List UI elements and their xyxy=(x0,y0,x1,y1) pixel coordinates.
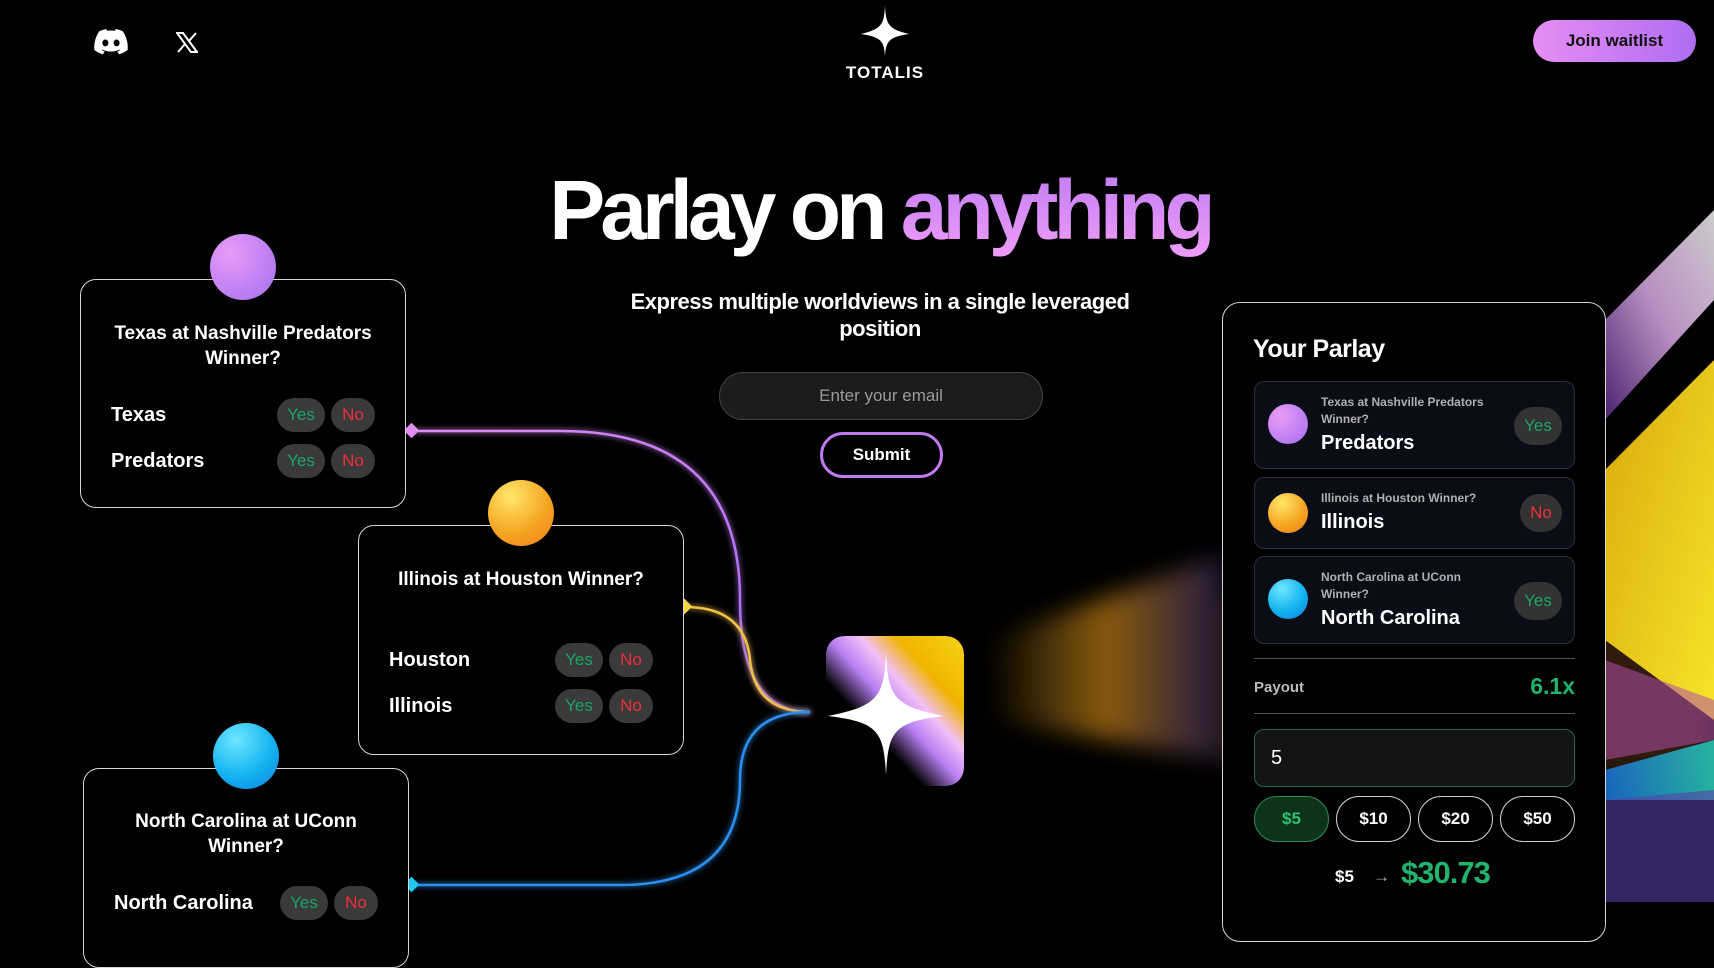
no-button[interactable]: No xyxy=(609,689,653,723)
market-card-illinois-houston: Illinois at Houston Winner? Houston Yes … xyxy=(358,525,684,755)
leg-orb-purple xyxy=(1268,404,1308,444)
no-button[interactable]: No xyxy=(334,886,378,920)
outcome-row-illinois: Illinois Yes No xyxy=(389,689,653,723)
outcome-row-texas: Texas Yes No xyxy=(111,398,375,432)
payout-label: Payout xyxy=(1254,679,1305,696)
discord-button[interactable] xyxy=(91,22,131,62)
payout-multiplier: 6.1x xyxy=(1530,673,1575,699)
outcome-label: Houston xyxy=(389,648,471,671)
arrow-right-icon: → xyxy=(1373,867,1390,886)
yes-button[interactable]: Yes xyxy=(277,444,325,478)
leg-pick: Illinois xyxy=(1321,511,1385,533)
bet-amount-input[interactable] xyxy=(1254,729,1575,787)
yes-button[interactable]: Yes xyxy=(555,643,603,677)
hero-subtitle: Express multiple worldviews in a single … xyxy=(630,289,1130,341)
join-waitlist-button[interactable]: Join waitlist xyxy=(1533,20,1696,62)
divider xyxy=(1254,713,1575,714)
market-question: Texas at Nashville Predators Winner? xyxy=(114,323,372,369)
x-button[interactable] xyxy=(167,22,207,62)
yes-button[interactable]: Yes xyxy=(555,689,603,723)
leg-side-badge: Yes xyxy=(1514,582,1562,620)
outcome-row-predators: Predators Yes No xyxy=(111,444,375,478)
leg-pick: North Carolina xyxy=(1321,607,1460,629)
no-button[interactable]: No xyxy=(331,444,375,478)
chip-5[interactable]: $5 xyxy=(1254,796,1329,842)
sparkle-logo-icon xyxy=(861,6,909,56)
brand-name: TOTALIS xyxy=(845,63,925,82)
stake-amount: $5 xyxy=(1335,867,1354,886)
hero-title-accent: anything xyxy=(900,163,1216,257)
parlay-leg[interactable]: North Carolina at UConn Winner? North Ca… xyxy=(1254,556,1575,644)
outcome-row-houston: Houston Yes No xyxy=(389,643,653,677)
payout-result: $30.73 xyxy=(1401,855,1491,890)
submit-button[interactable]: Submit xyxy=(820,432,943,478)
your-parlay-panel: Your Parlay Texas at Nashville Predators… xyxy=(1222,302,1606,942)
chip-50[interactable]: $50 xyxy=(1500,796,1575,842)
market-question: Illinois at Houston Winner? xyxy=(398,569,644,590)
leg-side-badge: No xyxy=(1520,494,1562,532)
outcome-label: Texas xyxy=(111,403,167,426)
divider xyxy=(1254,658,1575,659)
chip-20[interactable]: $20 xyxy=(1418,796,1493,842)
leg-orb-blue xyxy=(1268,579,1308,619)
sparkle-icon xyxy=(826,636,964,786)
leg-pick: Predators xyxy=(1321,432,1415,454)
market-orb-orange xyxy=(488,480,554,546)
leg-question: Texas at Nashville Predators Winner? xyxy=(1321,395,1484,426)
leg-question: Illinois at Houston Winner? xyxy=(1321,491,1477,505)
outcome-row-north-carolina: North Carolina Yes No xyxy=(114,886,378,920)
outcome-label: North Carolina xyxy=(114,891,253,914)
panel-title: Your Parlay xyxy=(1253,335,1385,363)
brand-logo[interactable]: TOTALIS xyxy=(835,6,935,83)
no-button[interactable]: No xyxy=(609,643,653,677)
market-card-texas-nashville: Texas at Nashville Predators Winner? Tex… xyxy=(80,279,406,508)
outcome-label: Predators xyxy=(111,449,205,472)
yes-button[interactable]: Yes xyxy=(277,398,325,432)
market-question: North Carolina at UConn Winner? xyxy=(135,811,357,857)
parlay-leg[interactable]: Illinois at Houston Winner? Illinois No xyxy=(1254,477,1575,549)
market-card-north-carolina-uconn: North Carolina at UConn Winner? North Ca… xyxy=(83,768,409,968)
market-orb-purple xyxy=(210,234,276,300)
x-icon xyxy=(176,31,198,53)
email-input[interactable] xyxy=(719,372,1043,420)
outcome-label: Illinois xyxy=(389,694,453,717)
leg-question: North Carolina at UConn Winner? xyxy=(1321,570,1461,601)
leg-orb-orange xyxy=(1268,493,1308,533)
market-orb-blue xyxy=(213,723,279,789)
discord-icon xyxy=(94,29,128,55)
chip-10[interactable]: $10 xyxy=(1336,796,1411,842)
hero-title-main: Parlay on xyxy=(549,163,901,257)
yes-button[interactable]: Yes xyxy=(280,886,328,920)
no-button[interactable]: No xyxy=(331,398,375,432)
hero-title: Parlay on anything xyxy=(500,168,1260,252)
leg-side-badge: Yes xyxy=(1514,407,1562,445)
parlay-leg[interactable]: Texas at Nashville Predators Winner? Pre… xyxy=(1254,381,1575,469)
totalis-app-icon xyxy=(826,636,964,786)
